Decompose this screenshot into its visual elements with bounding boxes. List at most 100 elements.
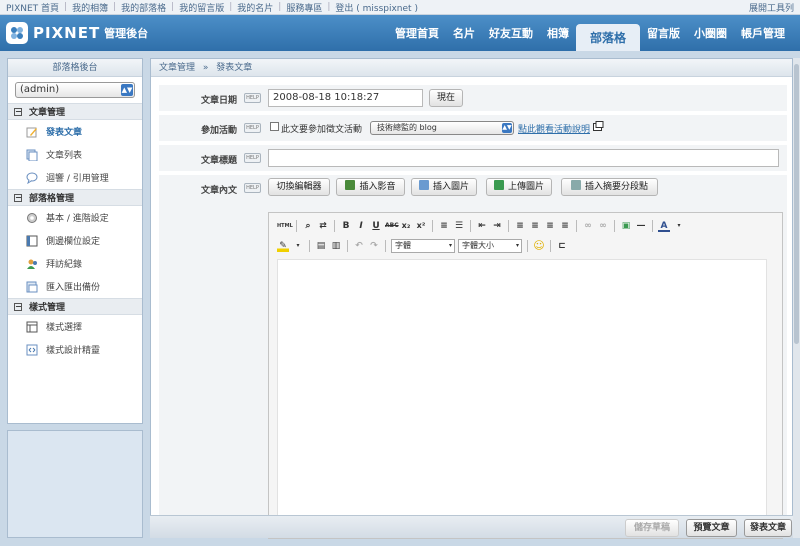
publish-button[interactable]: 發表文章 [744, 519, 792, 537]
now-button[interactable]: 現在 [429, 89, 463, 107]
scrollbar-thumb[interactable] [794, 64, 799, 344]
nav-guestbook[interactable]: 留言版 [640, 15, 687, 51]
insert-image-button[interactable]: 插入圖片 [411, 178, 477, 196]
font-family-select[interactable]: 字體 ▾ [391, 239, 455, 253]
font-size-select[interactable]: 字體大小 ▾ [458, 239, 522, 253]
superscript-icon[interactable]: x² [415, 220, 427, 232]
undo-icon[interactable]: ↶ [353, 240, 365, 252]
nav-blog[interactable]: 部落格 [575, 24, 640, 51]
image-icon [418, 180, 429, 190]
date-label: 文章日期 [200, 96, 237, 106]
sidebar-item-comments[interactable]: 迴響 / 引用管理 [8, 166, 142, 189]
comment-icon [26, 172, 38, 184]
topbar-link-home[interactable]: PIXNET 首頁 [6, 1, 59, 14]
activity-label: 參加活動 [200, 126, 237, 136]
subscript-icon[interactable]: x₂ [400, 220, 412, 232]
topbar-link-guestbook[interactable]: 我的留言版 [179, 1, 224, 14]
redo-icon[interactable]: ↷ [368, 240, 380, 252]
sidebar-item-settings[interactable]: 基本 / 進階設定 [8, 206, 142, 229]
topbar-link-blog[interactable]: 我的部落格 [121, 1, 166, 14]
replace-icon[interactable]: ⇄ [317, 220, 329, 232]
topbar-link-album[interactable]: 我的相簿 [72, 1, 108, 14]
find-icon[interactable]: ⌕ [302, 220, 314, 232]
insert-image-icon[interactable]: ▣ [620, 220, 632, 232]
sidebar-item-visitors[interactable]: 拜訪紀錄 [8, 252, 142, 275]
align-justify-icon[interactable]: ≡ [559, 220, 571, 232]
paste-word-icon[interactable]: ▥ [330, 240, 342, 252]
unordered-list-icon[interactable]: ☰ [453, 220, 465, 232]
nav-groups[interactable]: 小圈圈 [687, 15, 734, 51]
sidebar-item-theme-select[interactable]: 樣式選擇 [8, 315, 142, 338]
title-row: 文章標題 HELP [159, 145, 787, 171]
underline-icon[interactable]: U [370, 220, 382, 232]
activity-checkbox[interactable] [270, 122, 279, 131]
nav-account[interactable]: 帳戶管理 [734, 15, 792, 51]
outdent-icon[interactable]: ⇤ [476, 220, 488, 232]
toggle-editor-button[interactable]: 切換編輯器 [268, 178, 330, 196]
upload-image-button[interactable]: 上傳圖片 [486, 178, 552, 196]
topbar-link-service[interactable]: 服務專區 [286, 1, 322, 14]
activity-info-link[interactable]: 點此觀看活動說明 [518, 122, 590, 135]
sidebar-item-new-post[interactable]: 發表文章 [8, 120, 142, 143]
nav-card[interactable]: 名片 [446, 15, 482, 51]
editor-toolbar-row-1: HTML ⌕ ⇄ B I U ABC x₂ x² ≡ ☰ ⇤ ⇥ ≡ ≡ ≡ ≡… [269, 215, 782, 237]
help-icon[interactable]: HELP [244, 153, 261, 163]
activity-select[interactable]: 技術總監的 blog ▲▼ [370, 121, 514, 135]
save-draft-button[interactable]: 儲存草稿 [625, 519, 679, 537]
nav-album[interactable]: 相簿 [540, 15, 576, 51]
nav-friends[interactable]: 好友互動 [482, 15, 540, 51]
align-left-icon[interactable]: ≡ [514, 220, 526, 232]
sidebar-item-backup[interactable]: 匯入匯出備份 [8, 275, 142, 298]
header: PIXNET 管理後台 管理首頁 名片 好友互動 相簿 部落格 留言版 小圈圈 … [0, 15, 800, 51]
pixnet-logo-icon [6, 22, 28, 44]
expand-toolbar-link[interactable]: 展開工具列 [749, 1, 794, 14]
topbar-link-logout[interactable]: 登出 ( misspixnet ) [335, 1, 418, 14]
sidebar-item-sidebar-settings[interactable]: 側邊欄位設定 [8, 229, 142, 252]
title-input[interactable] [268, 149, 779, 167]
ordered-list-icon[interactable]: ≡ [438, 220, 450, 232]
action-bar: 儲存草稿 預覽文章 發表文章 [150, 515, 793, 538]
top-utility-bar: PIXNET 首頁 | 我的相簿 | 我的部落格 | 我的留言版 | 我的名片 | 服務專… [0, 0, 800, 15]
html-icon[interactable]: HTML [277, 220, 293, 232]
help-icon[interactable]: HELP [244, 183, 261, 193]
editor-content-area[interactable] [277, 259, 767, 537]
breadcrumb-parent[interactable]: 文章管理 [159, 63, 195, 73]
edit-icon [26, 126, 38, 138]
link-icon[interactable]: ∞ [582, 220, 594, 232]
sidebar-item-theme-wizard[interactable]: 樣式設計精靈 [8, 338, 142, 361]
backup-icon [26, 281, 38, 293]
page-break-icon[interactable]: ⊏ [556, 240, 568, 252]
preview-button[interactable]: 預覽文章 [686, 519, 737, 537]
insert-media-button[interactable]: 插入影音 [336, 178, 405, 196]
nav-admin-home[interactable]: 管理首頁 [388, 15, 446, 51]
vertical-scrollbar[interactable] [793, 58, 800, 538]
dropdown-arrow-icon[interactable]: ▾ [292, 240, 304, 252]
bold-icon[interactable]: B [340, 220, 352, 232]
align-center-icon[interactable]: ≡ [529, 220, 541, 232]
collapse-icon: − [14, 192, 22, 202]
sidebar-item-post-list[interactable]: 文章列表 [8, 143, 142, 166]
section-theme-management[interactable]: − 樣式管理 [8, 298, 142, 315]
help-icon[interactable]: HELP [244, 93, 261, 103]
section-blog-management[interactable]: − 部落格管理 [8, 189, 142, 206]
account-select[interactable]: (admin) ▲▼ [15, 82, 135, 98]
theme-icon [26, 321, 38, 333]
font-color-icon[interactable]: A [658, 220, 670, 232]
horizontal-rule-icon[interactable]: — [635, 220, 647, 232]
highlight-color-icon[interactable]: ✎ [277, 240, 289, 252]
help-icon[interactable]: HELP [244, 123, 261, 133]
indent-icon[interactable]: ⇥ [491, 220, 503, 232]
sidebar-icon [26, 235, 38, 247]
topbar-link-card[interactable]: 我的名片 [237, 1, 273, 14]
unlink-icon[interactable]: ∞ [597, 220, 609, 232]
date-input[interactable]: 2008-08-18 10:18:27 [268, 89, 423, 107]
logo[interactable]: PIXNET 管理後台 [6, 22, 148, 44]
paste-icon[interactable]: ▤ [315, 240, 327, 252]
section-article-management[interactable]: − 文章管理 [8, 103, 142, 120]
italic-icon[interactable]: I [355, 220, 367, 232]
insert-summary-break-button[interactable]: 插入摘要分段點 [561, 178, 658, 196]
strikethrough-icon[interactable]: ABC [385, 220, 399, 232]
emoticon-icon[interactable]: ☺ [533, 240, 545, 252]
dropdown-arrow-icon[interactable]: ▾ [673, 220, 685, 232]
align-right-icon[interactable]: ≡ [544, 220, 556, 232]
